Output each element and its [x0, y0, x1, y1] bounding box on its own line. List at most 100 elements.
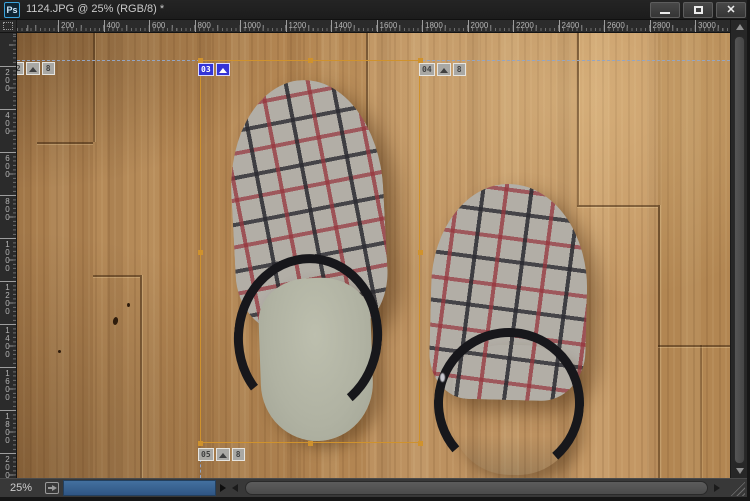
ruler-tick — [559, 20, 560, 33]
horizontal-scrollbar-thumb[interactable] — [245, 481, 708, 495]
maximize-button[interactable] — [683, 2, 713, 18]
image-slice-icon — [216, 63, 230, 76]
ruler-label: 1000 — [243, 21, 261, 30]
slice-badge-04[interactable]: 04 8 — [419, 63, 466, 76]
window-border-bottom — [0, 497, 750, 501]
ruler-label: 2800 — [653, 21, 671, 30]
ruler-label: 1200 — [3, 283, 12, 315]
slice-number: 04 — [419, 63, 435, 76]
plank-seam — [140, 275, 142, 478]
minimize-icon — [660, 12, 670, 14]
ruler-tick — [0, 281, 17, 282]
minimize-button[interactable] — [650, 2, 680, 18]
ruler-label: 1800 — [425, 21, 443, 30]
top-ruler[interactable]: 2004006008001000120014001600180020002200… — [17, 20, 730, 33]
ruler-label: 200 — [3, 68, 12, 92]
slice-handle[interactable] — [198, 441, 203, 446]
ruler-origin-box[interactable] — [0, 20, 17, 33]
scroll-up-arrow[interactable] — [736, 24, 744, 30]
mountain-icon — [440, 68, 448, 73]
user-slice-rect[interactable] — [200, 60, 420, 443]
ruler-tick — [0, 367, 17, 368]
document-title: 1124.JPG @ 25% (RGB/8) * — [26, 3, 164, 15]
zoom-level-field[interactable]: 25% — [10, 482, 32, 494]
slice-handle[interactable] — [308, 441, 313, 446]
slice-number: 02 — [17, 62, 24, 75]
photo-canvas[interactable]: 02803048058 — [17, 33, 730, 478]
ruler-tick — [286, 20, 287, 33]
vertical-scrollbar-thumb[interactable] — [734, 36, 745, 464]
scroll-down-arrow[interactable] — [736, 468, 744, 474]
photoshop-document-window: Ps 1124.JPG @ 25% (RGB/8) * ✕ 200 400 600 8… — [0, 0, 750, 501]
mountain-icon — [29, 67, 37, 72]
slice-number: 03 — [198, 63, 214, 76]
ruler-tick — [331, 20, 332, 33]
plank-seam — [93, 33, 95, 142]
vertical-scrollbar[interactable] — [730, 20, 747, 478]
slice-handle[interactable] — [418, 441, 423, 446]
image-slice-icon — [26, 62, 40, 75]
status-progress-bar — [63, 480, 216, 496]
scroll-right-arrow[interactable] — [714, 484, 720, 492]
ruler-tick — [195, 20, 196, 33]
ruler-tick — [0, 453, 17, 454]
slice-badge-05[interactable]: 058 — [198, 448, 245, 461]
status-popup-arrow[interactable] — [220, 484, 226, 492]
window-resize-grip[interactable] — [730, 481, 745, 496]
slice-handle[interactable] — [308, 58, 313, 63]
scroll-left-arrow[interactable] — [232, 484, 238, 492]
ruler-label: 3000 — [698, 21, 716, 30]
ruler-label: 2400 — [562, 21, 580, 30]
link-icon: 8 — [42, 62, 55, 75]
ruler-tick — [58, 20, 59, 33]
ruler-tick — [695, 20, 696, 33]
ruler-label: 800 — [3, 197, 12, 221]
ruler-label: 200 — [61, 21, 74, 30]
plank-seam — [658, 205, 660, 478]
ruler-tick — [0, 324, 17, 325]
status-menu-icon[interactable] — [45, 482, 59, 494]
ruler-tick — [240, 20, 241, 33]
link-icon: 8 — [232, 448, 245, 461]
ruler-tick — [513, 20, 514, 33]
ruler-label: 2200 — [516, 21, 534, 30]
ruler-label: 600 — [3, 154, 12, 178]
close-button[interactable]: ✕ — [716, 2, 746, 18]
plank-joint — [658, 345, 730, 347]
ruler-tick — [0, 109, 17, 110]
ruler-label: 1200 — [289, 21, 307, 30]
ruler-tick — [422, 20, 423, 33]
ruler-label: 400 — [3, 111, 12, 135]
slice-badge-03[interactable]: 03 — [198, 63, 230, 76]
mountain-icon — [219, 453, 227, 458]
photoshop-app-icon[interactable]: Ps — [4, 2, 20, 18]
piping-highlight — [440, 373, 445, 382]
wood-knot — [127, 303, 130, 307]
ruler-origin-icon — [3, 22, 13, 30]
plank-joint — [93, 275, 140, 277]
ruler-label: 600 — [152, 21, 165, 30]
ruler-label: 2000 — [471, 21, 489, 30]
ruler-tick — [0, 152, 17, 153]
wood-knot — [112, 317, 119, 326]
ruler-label: 800 — [198, 21, 211, 30]
plank-seam — [700, 345, 702, 478]
slice-handle[interactable] — [198, 250, 203, 255]
ruler-label: 2600 — [607, 21, 625, 30]
mountain-icon — [219, 68, 227, 73]
ruler-tick — [104, 20, 105, 33]
ruler-label: 1000 — [3, 240, 12, 272]
plank-joint — [37, 142, 93, 144]
ruler-tick — [0, 66, 17, 67]
image-slice-icon — [437, 63, 451, 76]
ruler-label: 2000 — [3, 455, 12, 478]
left-ruler[interactable]: 200400600800100012001400160018002000 — [0, 33, 17, 478]
title-bar[interactable]: Ps 1124.JPG @ 25% (RGB/8) * ✕ — [0, 0, 750, 20]
slice-badge-02[interactable]: 02 8 — [17, 62, 55, 75]
plank-seam — [577, 33, 579, 205]
slice-handle[interactable] — [418, 250, 423, 255]
image-slice-icon — [216, 448, 230, 461]
ruler-tick — [604, 20, 605, 33]
ruler-tick — [0, 238, 17, 239]
link-icon: 8 — [453, 63, 466, 76]
